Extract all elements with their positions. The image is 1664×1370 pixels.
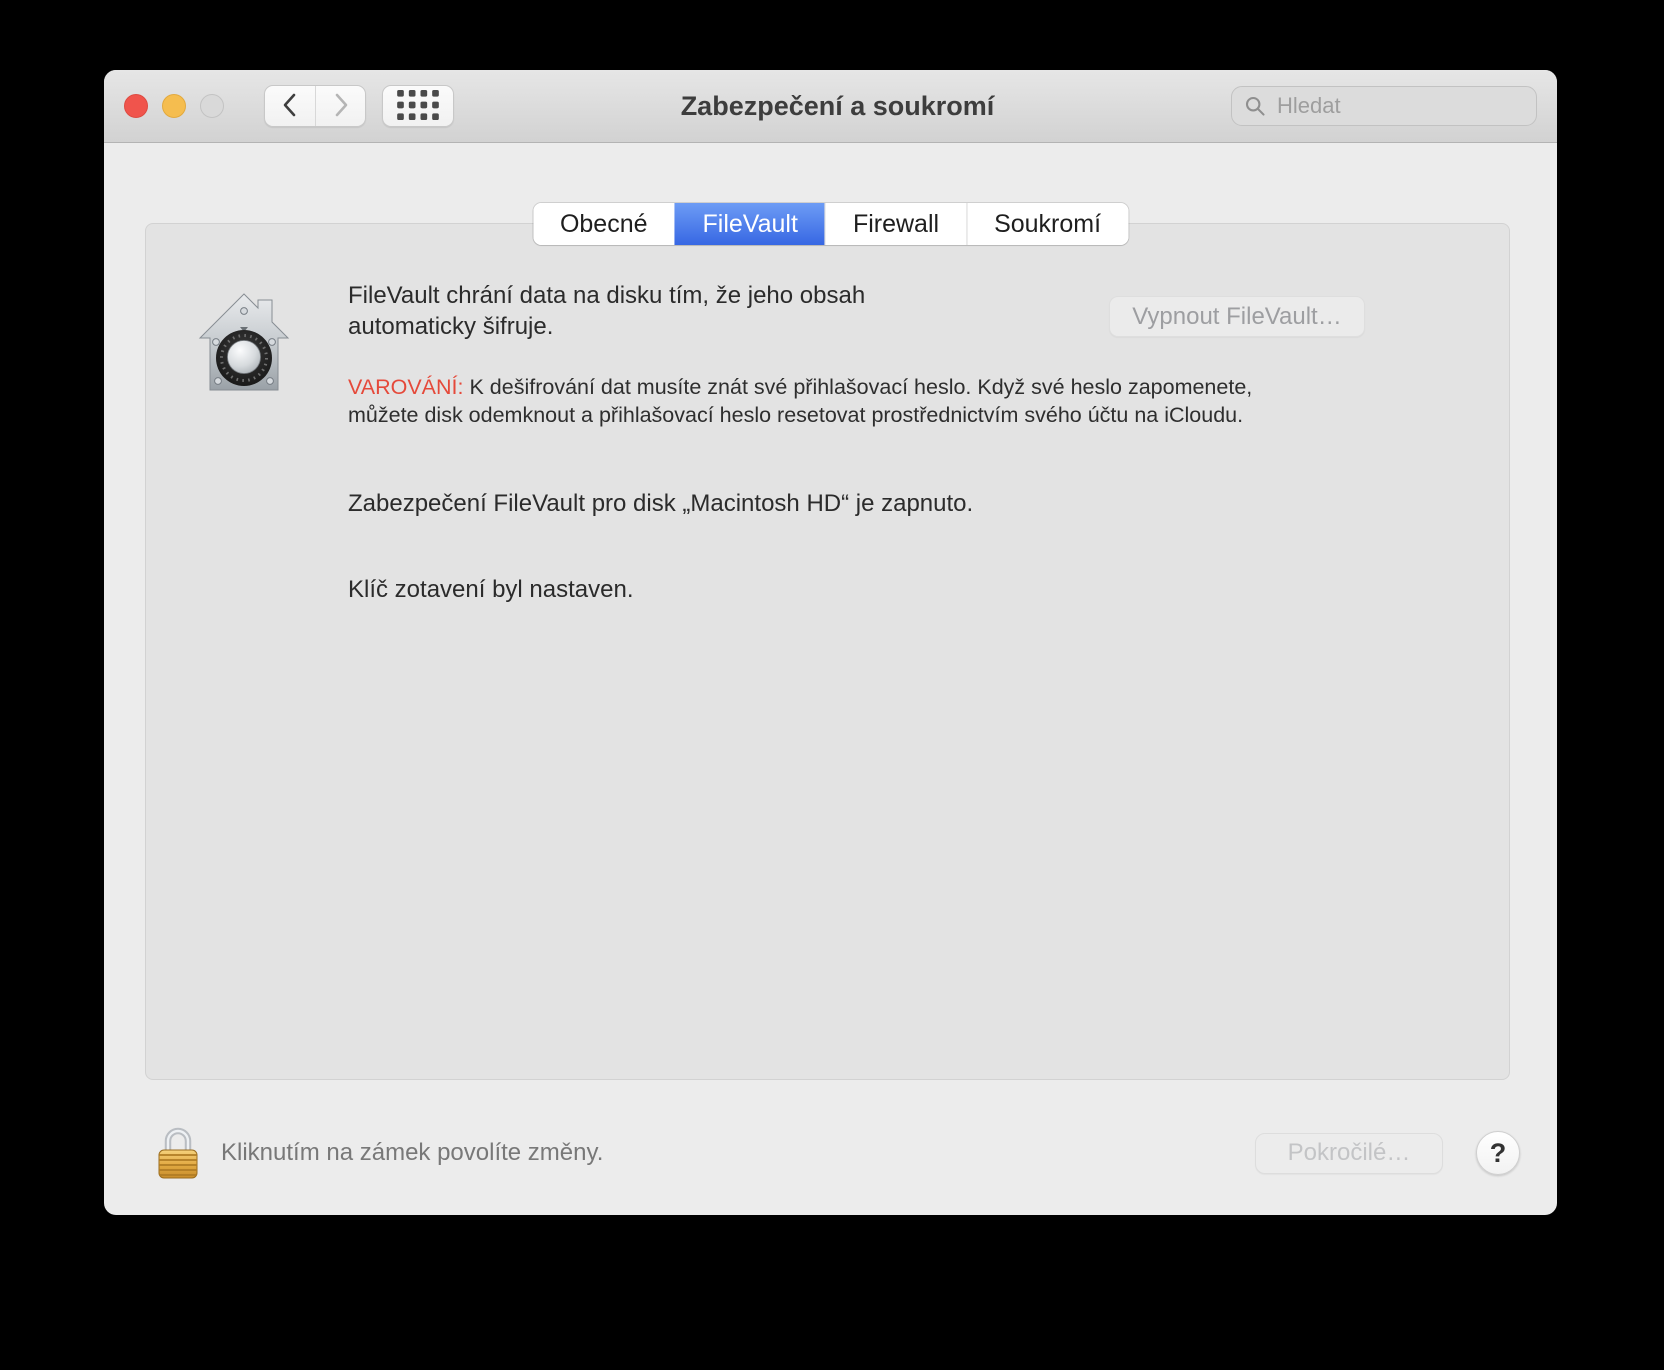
show-all-grid-icon <box>397 89 439 123</box>
warning-text: K dešifrování dat musíte znát své přihla… <box>348 375 1253 427</box>
search-field[interactable] <box>1231 86 1537 126</box>
filevault-warning: VAROVÁNÍ: K dešifrování dat musíte znát … <box>348 373 1298 429</box>
chevron-right-icon <box>329 91 353 122</box>
search-input[interactable] <box>1275 92 1524 120</box>
warning-label: VAROVÁNÍ: <box>348 375 464 399</box>
traffic-lights <box>124 94 224 118</box>
tab-obecne[interactable]: Obecné <box>532 203 675 245</box>
tab-firewall[interactable]: Firewall <box>824 203 967 245</box>
history-nav-group <box>264 85 366 127</box>
forward-button[interactable] <box>315 86 365 126</box>
window-title: Zabezpečení a soukromí <box>680 90 995 121</box>
close-button[interactable] <box>124 94 148 118</box>
back-button[interactable] <box>265 86 315 126</box>
advanced-button: Pokročilé… <box>1255 1132 1443 1174</box>
filevault-status-recovery-key: Klíč zotavení byl nastaven. <box>348 576 634 603</box>
filevault-pane-panel: FileVault chrání data na disku tím, že j… <box>145 223 1510 1080</box>
turn-off-filevault-button: Vypnout FileVault… <box>1109 296 1365 337</box>
filevault-description: FileVault chrání data na disku tím, že j… <box>348 282 866 340</box>
footer-bar: Kliknutím na zámek povolíte změny. Pokro… <box>155 1126 1520 1180</box>
chevron-left-icon <box>278 91 302 122</box>
tab-bar: Obecné FileVault Firewall Soukromí <box>532 203 1129 245</box>
lock-icon[interactable] <box>155 1126 201 1180</box>
filevault-status-enabled: Zabezpečení FileVault pro disk „Macintos… <box>348 490 974 517</box>
show-all-button[interactable] <box>382 85 454 127</box>
tab-soukromi[interactable]: Soukromí <box>966 203 1129 245</box>
desktop-background: { "window": { "title": "Zabezpečení a so… <box>0 0 1664 1370</box>
filevault-house-lock-icon <box>194 290 294 394</box>
tab-filevault[interactable]: FileVault <box>674 203 825 245</box>
security-privacy-window: Zabezpečení a soukromí Hledat FileVault … <box>104 70 1557 1215</box>
help-button[interactable]: ? <box>1476 1131 1520 1175</box>
lock-instruction-text: Kliknutím na zámek povolíte změny. <box>221 1139 604 1166</box>
minimize-button[interactable] <box>162 94 186 118</box>
zoom-button-disabled <box>200 94 224 118</box>
search-icon <box>1244 95 1267 118</box>
window-toolbar: Zabezpečení a soukromí <box>104 70 1557 143</box>
